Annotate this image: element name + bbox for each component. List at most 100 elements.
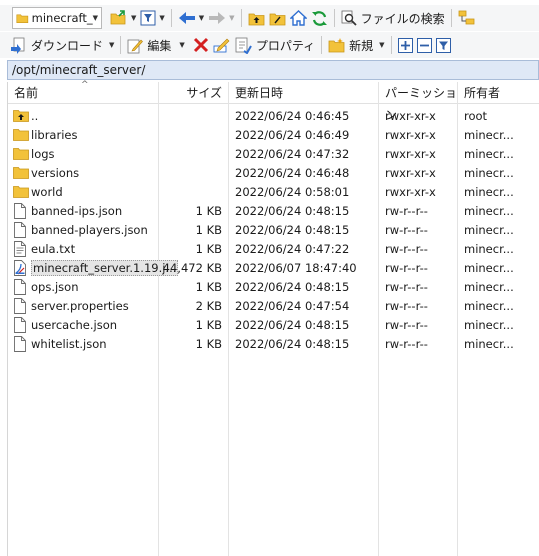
rename-icon bbox=[213, 38, 230, 52]
file-name: minecraft_server.1.19.j... bbox=[31, 259, 179, 276]
chevron-down-icon[interactable]: ▼ bbox=[199, 14, 204, 22]
filter-selection-button[interactable] bbox=[434, 34, 453, 56]
file-permissions: rwxr-xr-x bbox=[385, 146, 436, 161]
file-row[interactable]: banned-players.json 1 KB 2022/06/24 0:48:1… bbox=[8, 220, 539, 239]
file-row[interactable]: minecraft_server.1.19.j... 44,472 KB 2022/… bbox=[8, 258, 539, 277]
back-button[interactable]: ▼ bbox=[176, 7, 206, 29]
folder-icon bbox=[13, 184, 29, 200]
new-button[interactable]: 新規 ▼ bbox=[326, 34, 386, 56]
chevron-down-icon[interactable]: ▼ bbox=[179, 41, 184, 49]
file-icon bbox=[13, 278, 29, 295]
file-name-cell: usercache.json bbox=[13, 316, 118, 333]
file-owner: minecr... bbox=[464, 165, 514, 180]
root-folder-icon bbox=[269, 13, 285, 25]
location-combo[interactable]: minecraft_ ▼ bbox=[12, 7, 102, 29]
new-folder-icon bbox=[328, 37, 345, 52]
delete-icon bbox=[193, 37, 208, 53]
file-modified: 2022/06/24 0:48:15 bbox=[235, 336, 350, 351]
column-header-permissions[interactable]: パーミッション bbox=[379, 82, 458, 122]
location-combo-value: minecraft_ bbox=[31, 11, 93, 25]
separator bbox=[170, 9, 172, 27]
file-icon bbox=[13, 202, 29, 219]
file-permissions: rw-r--r-- bbox=[385, 260, 428, 275]
file-row[interactable]: usercache.json 1 KB 2022/06/24 0:48:15 rw-r… bbox=[8, 315, 539, 334]
select-all-button[interactable] bbox=[396, 34, 415, 56]
properties-button[interactable]: プロパティ bbox=[233, 34, 317, 56]
column-header-owner[interactable]: 所有者 bbox=[458, 82, 539, 104]
file-permissions: rw-r--r-- bbox=[385, 222, 428, 237]
chevron-down-icon[interactable]: ▼ bbox=[131, 14, 136, 22]
file-row[interactable]: whitelist.json 1 KB 2022/06/24 0:48:15 rw-r… bbox=[8, 334, 539, 353]
file-row[interactable]: world 2022/06/24 0:58:01 rwxr-xr-x minecr..… bbox=[8, 182, 539, 201]
forward-button[interactable]: ▼ bbox=[206, 7, 236, 29]
file-permissions: rwxr-xr-x bbox=[385, 127, 436, 142]
file-name: logs bbox=[31, 146, 55, 161]
file-name-cell: whitelist.json bbox=[13, 335, 107, 352]
deselect-button[interactable] bbox=[415, 34, 434, 56]
file-icon bbox=[13, 221, 29, 238]
home-directory-button[interactable] bbox=[288, 7, 309, 29]
file-permissions: rw-r--r-- bbox=[385, 336, 428, 351]
rename-button[interactable] bbox=[211, 34, 233, 56]
parent-directory-button[interactable] bbox=[246, 7, 267, 29]
current-path-bar[interactable]: /opt/minecraft_server/ bbox=[7, 60, 539, 80]
file-size: 1 KB bbox=[195, 203, 222, 218]
file-name: usercache.json bbox=[31, 317, 118, 332]
root-directory-button[interactable] bbox=[267, 7, 288, 29]
file-name: ops.json bbox=[31, 279, 79, 294]
chevron-down-icon[interactable]: ▼ bbox=[93, 14, 98, 22]
file-owner: root bbox=[464, 108, 488, 123]
file-permissions: rwxr-xr-x bbox=[385, 184, 436, 199]
file-name: versions bbox=[31, 165, 80, 180]
file-modified: 2022/06/24 0:58:01 bbox=[235, 184, 350, 199]
file-row[interactable]: libraries 2022/06/24 0:46:49 rwxr-xr-x mine… bbox=[8, 125, 539, 144]
file-row[interactable]: ops.json 1 KB 2022/06/24 0:48:15 rw-r--r-- m… bbox=[8, 277, 539, 296]
file-row[interactable]: eula.txt 1 KB 2022/06/24 0:47:22 rw-r--r-- m… bbox=[8, 239, 539, 258]
file-size: 44,472 KB bbox=[162, 260, 222, 275]
tree-view-button[interactable] bbox=[456, 7, 477, 29]
column-header-modified[interactable]: 更新日時 bbox=[229, 82, 379, 104]
file-row[interactable]: .. 2022/06/24 0:46:45 rwxr-xr-x root bbox=[8, 106, 539, 125]
file-modified: 2022/06/24 0:48:15 bbox=[235, 203, 350, 218]
file-name: banned-players.json bbox=[31, 222, 148, 237]
file-name-cell: banned-ips.json bbox=[13, 202, 122, 219]
file-row[interactable]: logs 2022/06/24 0:47:32 rwxr-xr-x minecr... bbox=[8, 144, 539, 163]
file-name-cell: server.properties bbox=[13, 297, 129, 314]
download-button[interactable]: ダウンロード ▼ bbox=[8, 34, 116, 56]
forward-arrow-icon bbox=[209, 12, 226, 24]
file-owner: minecr... bbox=[464, 279, 514, 294]
file-permissions: rw-r--r-- bbox=[385, 203, 428, 218]
file-list[interactable]: 名前 ^ サイズ 更新日時 パーミッション 所有者 .. 2022/06/24 0… bbox=[7, 80, 539, 556]
file-name: .. bbox=[31, 108, 39, 123]
minus-icon bbox=[416, 37, 432, 53]
file-name-cell: minecraft_server.1.19.j... bbox=[13, 259, 179, 276]
toolbar-file-operations: ダウンロード ▼ 編集 ▼ プロパティ 新規 ▼ bbox=[0, 32, 539, 58]
file-permissions: rwxr-xr-x bbox=[385, 165, 436, 180]
new-label: 新規 bbox=[349, 38, 374, 53]
refresh-button[interactable] bbox=[309, 7, 330, 29]
chevron-down-icon[interactable]: ▼ bbox=[109, 41, 114, 49]
find-files-button[interactable]: ファイルの検索 bbox=[339, 7, 447, 29]
file-row[interactable]: server.properties 2 KB 2022/06/24 0:47:54 r… bbox=[8, 296, 539, 315]
edit-button[interactable]: 編集 ▼ bbox=[125, 34, 186, 56]
chevron-down-icon[interactable]: ▼ bbox=[379, 41, 384, 49]
chevron-down-icon[interactable]: ▼ bbox=[229, 14, 234, 22]
file-permissions: rw-r--r-- bbox=[385, 298, 428, 313]
folder-icon bbox=[13, 146, 29, 162]
file-row[interactable]: banned-ips.json 1 KB 2022/06/24 0:48:15 rw-… bbox=[8, 201, 539, 220]
file-permissions: rw-r--r-- bbox=[385, 279, 428, 294]
file-row[interactable]: versions 2022/06/24 0:46:48 rwxr-xr-x minec… bbox=[8, 163, 539, 182]
chevron-down-icon[interactable]: ▼ bbox=[159, 14, 164, 22]
separator bbox=[450, 9, 452, 27]
column-header-size-label: サイズ bbox=[186, 86, 222, 100]
download-icon bbox=[11, 37, 25, 54]
file-icon bbox=[13, 297, 29, 314]
delete-button[interactable] bbox=[191, 34, 211, 56]
open-directory-button[interactable]: ▼ bbox=[108, 7, 138, 29]
file-modified: 2022/06/24 0:46:48 bbox=[235, 165, 350, 180]
filter-icon bbox=[140, 10, 156, 26]
filter-button[interactable]: ▼ bbox=[138, 7, 166, 29]
file-owner: minecr... bbox=[464, 127, 514, 142]
column-header-size[interactable]: サイズ bbox=[158, 82, 228, 104]
separator bbox=[333, 9, 335, 27]
